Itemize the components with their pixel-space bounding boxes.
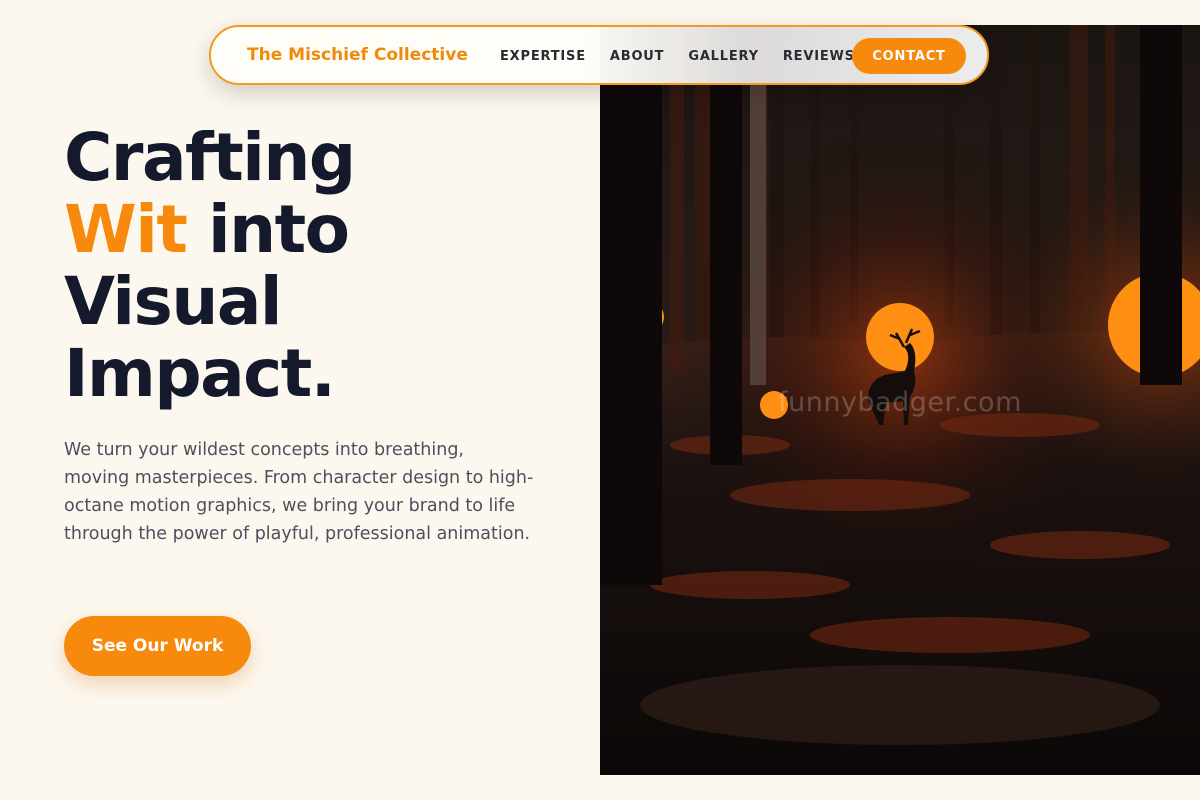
hero-image: funnybadger.com — [600, 25, 1200, 775]
nav-link-about[interactable]: ABOUT — [610, 48, 664, 66]
headline-line-4: Impact. — [64, 335, 336, 412]
brand-logo[interactable]: The Mischief Collective — [247, 45, 468, 65]
headline-line-3: Visual — [64, 263, 282, 340]
headline-accent-word: Wit — [64, 191, 188, 268]
nav-link-expertise[interactable]: EXPERTISE — [500, 48, 586, 66]
hero-headline: Crafting Wit into Visual Impact. — [64, 119, 356, 412]
headline-line-2: Wit into — [64, 194, 355, 266]
nav-links: EXPERTISE ABOUT GALLERY REVIEWS — [500, 48, 879, 66]
nav-link-reviews[interactable]: REVIEWS — [783, 48, 855, 66]
nav-link-gallery[interactable]: GALLERY — [688, 48, 759, 66]
contact-button[interactable]: CONTACT — [852, 38, 966, 74]
hero-description: We turn your wildest concepts into breat… — [64, 440, 534, 544]
navbar: The Mischief Collective EXPERTISE ABOUT … — [209, 25, 989, 85]
image-watermark: funnybadger.com — [778, 387, 1022, 418]
headline-line-2-rest: into — [186, 191, 350, 268]
headline-line-1: Crafting — [64, 119, 356, 196]
see-our-work-button[interactable]: See Our Work — [64, 616, 251, 676]
